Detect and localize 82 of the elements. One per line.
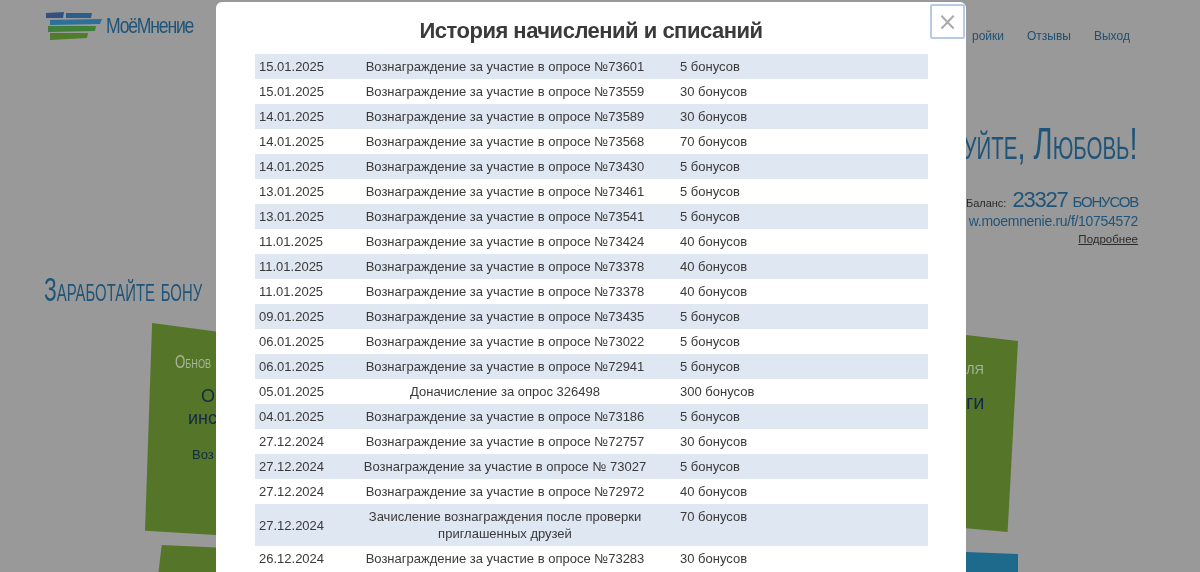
nav-link[interactable]: ройки bbox=[972, 29, 1004, 43]
date-cell-text: 13.01.2025 bbox=[258, 184, 326, 199]
referral-link[interactable]: w.moemnenie.ru/f/10754572 bbox=[968, 213, 1138, 229]
amount-cell-text: 5 бонусов bbox=[679, 183, 741, 199]
card-text: Воз bbox=[192, 447, 214, 462]
date-cell-text: 27.12.2024 bbox=[258, 517, 326, 533]
amount-cell-text: 5 бонусов bbox=[679, 58, 741, 74]
date-cell-text: 14.01.2025 bbox=[258, 109, 326, 124]
description-cell-text: Вознаграждение за участие в опросе №73461 bbox=[364, 183, 646, 201]
amount-cell-text: 5 бонусов bbox=[679, 208, 741, 224]
date-cell-text: 09.01.2025 bbox=[258, 309, 326, 324]
card-subtitle: Обнов bbox=[175, 351, 212, 373]
description-cell-text: Вознаграждение за участие в опросе №73378 bbox=[364, 258, 646, 276]
dialog-title: История начислений и списаний bbox=[418, 18, 764, 44]
date-cell-text: 05.01.2025 bbox=[258, 384, 326, 399]
balance-value: 23327 бонусов bbox=[1012, 187, 1138, 213]
description-cell-text: Вознаграждение за участие в опросе № 73027 bbox=[362, 458, 648, 476]
offer-card[interactable]: ля ги bbox=[966, 335, 1018, 533]
description-cell-text: Вознаграждение за участие в опросе №73601 bbox=[364, 58, 646, 76]
date-cell-text: 06.01.2025 bbox=[258, 334, 326, 349]
date-cell-text: 15.01.2025 bbox=[258, 84, 326, 99]
description-cell-text: Вознаграждение за участие в опросе №72941 bbox=[364, 358, 646, 376]
nav-link[interactable]: Выход bbox=[1094, 29, 1130, 43]
card-title: инс bbox=[188, 407, 217, 429]
description-cell-text: Вознаграждение за участие в опросе №73186 bbox=[364, 408, 646, 426]
description-cell-text: Вознаграждение за участие в опросе №73568 bbox=[364, 133, 646, 151]
date-cell-text: 15.01.2025 bbox=[258, 59, 326, 74]
description-cell-text: Вознаграждение за участие в опросе №73559 bbox=[364, 83, 646, 101]
date-cell-text: 27.12.2024 bbox=[258, 434, 326, 449]
amount-cell-text: 5 бонусов bbox=[679, 158, 741, 174]
logo-text[interactable]: МоёМнение bbox=[106, 13, 194, 39]
amount-cell-text: 30 бонусов bbox=[679, 433, 749, 449]
date-cell-text: 26.12.2024 bbox=[258, 551, 326, 566]
description-cell-text: Вознаграждение за участие в опросе №73589 bbox=[364, 108, 646, 126]
date-cell-text: 11.01.2025 bbox=[258, 284, 325, 299]
amount-cell-text: 70 бонусов bbox=[679, 133, 749, 149]
amount-cell-text: 30 бонусов bbox=[679, 550, 749, 566]
amount-cell-text: 40 бонусов bbox=[679, 233, 749, 249]
amount-cell-text: 5 бонусов bbox=[679, 458, 741, 474]
description-cell-text: Вознаграждение за участие в опросе №73435 bbox=[364, 308, 646, 326]
amount-cell-text: 5 бонусов bbox=[679, 333, 741, 349]
description-cell-text: Вознаграждение за участие в опросе №72757 bbox=[364, 433, 646, 451]
date-cell-text: 11.01.2025 bbox=[258, 234, 325, 249]
description-cell-text: Вознаграждение за участие в опросе №72972 bbox=[364, 483, 646, 501]
greeting-heading: уйте, Любовь! bbox=[963, 119, 1138, 169]
nav-link[interactable]: Отзывы bbox=[1027, 29, 1071, 43]
date-cell-text: 06.01.2025 bbox=[258, 359, 326, 374]
more-link[interactable]: Подробнее bbox=[1078, 233, 1138, 245]
card-subtitle: ля bbox=[966, 357, 985, 379]
offer-card[interactable] bbox=[966, 552, 1018, 572]
amount-cell-text: 5 бонусов bbox=[679, 408, 741, 424]
description-cell-text: Вознаграждение за участие в опросе №73430 bbox=[364, 158, 646, 176]
amount-cell-text: 5 бонусов bbox=[679, 358, 741, 374]
description-cell-text: Вознаграждение за участие в опросе №73283 bbox=[364, 550, 646, 568]
offer-card[interactable]: Обнов О инс Воз bbox=[145, 323, 216, 535]
date-cell-text: 13.01.2025 bbox=[258, 209, 326, 224]
date-cell-text: 11.01.2025 bbox=[258, 259, 325, 274]
amount-cell-text: 40 бонусов bbox=[679, 258, 749, 274]
description-cell-text: Вознаграждение за участие в опросе №73541 bbox=[364, 208, 646, 226]
amount-cell-text: 30 бонусов bbox=[679, 108, 749, 124]
description-cell-text: Вознаграждение за участие в опросе №73378 bbox=[364, 283, 646, 301]
amount-cell-text: 40 бонусов bbox=[679, 283, 749, 299]
description-cell-text: Вознаграждение за участие в опросе №73022 bbox=[364, 333, 646, 351]
date-cell-text: 04.01.2025 bbox=[258, 409, 326, 424]
date-cell-text: 27.12.2024 bbox=[258, 484, 326, 499]
description-cell-text: Вознаграждение за участие в опросе №73424 bbox=[364, 233, 646, 251]
date-cell-text: 27.12.2024 bbox=[258, 459, 326, 474]
date-cell-text: 14.01.2025 bbox=[258, 159, 326, 174]
balance-label: Баланс: bbox=[965, 197, 1007, 209]
amount-cell-text: 40 бонусов bbox=[679, 483, 749, 499]
card-title: О bbox=[201, 385, 215, 407]
date-cell-text: 14.01.2025 bbox=[258, 134, 326, 149]
close-button[interactable]: × bbox=[930, 4, 965, 39]
card-title: ги bbox=[966, 391, 986, 414]
section-title: Заработайте бону bbox=[44, 270, 204, 309]
amount-cell-text: 70 бонусов bbox=[679, 508, 749, 524]
logo-icon bbox=[44, 12, 104, 40]
description-cell-text: Доначисление за опрос 326498 bbox=[409, 383, 601, 401]
amount-cell-text: 30 бонусов bbox=[679, 83, 749, 99]
amount-cell-text: 300 бонусов bbox=[679, 383, 756, 399]
description-cell-text: Зачисление вознаграждения после проверки приглашенных друзей bbox=[367, 508, 643, 543]
amount-cell-text: 5 бонусов bbox=[679, 308, 741, 324]
